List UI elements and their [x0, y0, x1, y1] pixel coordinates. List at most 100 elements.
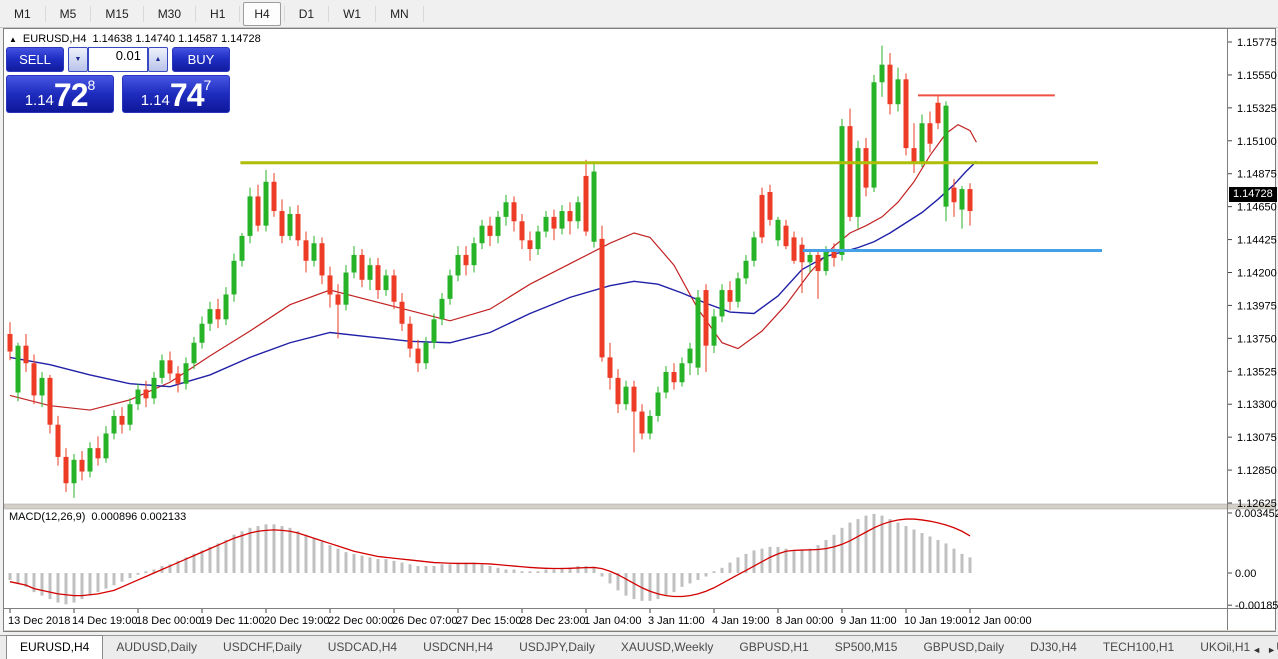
- price-tick-label: 1.12850: [1237, 465, 1277, 477]
- macd-histogram-bar: [777, 547, 780, 573]
- candle-body: [144, 390, 149, 399]
- timeframe-button-m30[interactable]: M30: [147, 2, 192, 26]
- tab-gbpusd-daily[interactable]: GBPUSD,Daily: [910, 636, 1017, 659]
- macd-histogram-bar: [953, 549, 956, 573]
- price-tick-label: 1.13975: [1237, 300, 1277, 312]
- tab-usdchf-daily[interactable]: USDCHF,Daily: [210, 636, 315, 659]
- chart-title-ohlc: 1.14638 1.14740 1.14587 1.14728: [93, 33, 261, 45]
- toolbar-separator: [90, 6, 91, 22]
- buy-price-main: 1.14: [141, 92, 170, 109]
- macd-histogram-bar: [697, 573, 700, 580]
- candle-body: [696, 297, 701, 367]
- macd-histogram-bar: [273, 524, 276, 573]
- candle-body: [104, 433, 109, 458]
- sell-price-box[interactable]: 1.14728: [6, 75, 114, 113]
- macd-indicator-label: MACD(12,26,9) 0.000896 0.002133: [9, 511, 186, 523]
- candle-body: [936, 103, 941, 123]
- macd-histogram-bar: [657, 573, 660, 599]
- timeframe-button-m15[interactable]: M15: [94, 2, 139, 26]
- macd-histogram-bar: [393, 561, 396, 573]
- candle-body: [168, 360, 173, 373]
- macd-histogram-bar: [89, 573, 92, 596]
- macd-histogram-bar: [449, 564, 452, 573]
- macd-histogram-bar: [9, 573, 12, 580]
- pane-splitter[interactable]: [5, 504, 1275, 509]
- timeframe-button-m5[interactable]: M5: [49, 2, 88, 26]
- macd-histogram-bar: [633, 573, 636, 599]
- tab-dj30-h4[interactable]: DJ30,H4: [1017, 636, 1090, 659]
- candle-body: [592, 172, 597, 242]
- timeframe-button-mn[interactable]: MN: [379, 2, 420, 26]
- macd-histogram-bar: [873, 514, 876, 573]
- timeframe-button-m1[interactable]: M1: [3, 2, 42, 26]
- tab-usdjpy-daily[interactable]: USDJPY,Daily: [506, 636, 608, 659]
- tab-usdcnh-h4[interactable]: USDCNH,H4: [410, 636, 506, 659]
- sell-price-sup: 8: [88, 78, 96, 92]
- candle-body: [184, 363, 189, 383]
- candle-body: [336, 294, 341, 304]
- volume-increase-icon[interactable]: ▲: [148, 47, 168, 72]
- price-tick-label: 1.14200: [1237, 268, 1277, 280]
- macd-histogram-bar: [97, 573, 100, 592]
- tab-xauusd-weekly[interactable]: XAUUSD,Weekly: [608, 636, 726, 659]
- tab-gbpusd-h1[interactable]: GBPUSD,H1: [726, 636, 821, 659]
- macd-histogram-bar: [233, 535, 236, 573]
- sell-button[interactable]: SELL: [6, 47, 64, 72]
- candle-body: [440, 299, 445, 319]
- macd-histogram-bar: [929, 536, 932, 573]
- macd-histogram-bar: [945, 543, 948, 573]
- buy-price-box[interactable]: 1.14747: [122, 75, 230, 113]
- volume-input[interactable]: 0.01: [88, 47, 148, 72]
- macd-histogram-bar: [609, 573, 612, 583]
- candle-body: [728, 290, 733, 302]
- candle-body: [880, 65, 885, 83]
- tab-usdcad-h4[interactable]: USDCAD,H4: [315, 636, 410, 659]
- macd-histogram-bar: [249, 528, 252, 573]
- volume-decrease-icon[interactable]: ▼: [68, 47, 88, 72]
- candle-body: [608, 357, 613, 377]
- candle-body: [296, 214, 301, 240]
- macd-histogram-bar: [753, 550, 756, 573]
- candle-body: [800, 245, 805, 263]
- tab-tech100-h1[interactable]: TECH100,H1: [1090, 636, 1187, 659]
- price-tick-label: 1.13525: [1237, 366, 1277, 378]
- candle-body: [856, 148, 861, 217]
- candle-body: [576, 202, 581, 221]
- candle-body: [416, 349, 421, 364]
- candle-body: [64, 457, 69, 483]
- price-tick-label: 1.15325: [1237, 103, 1277, 115]
- macd-histogram-bar: [897, 523, 900, 573]
- tab-audusd-daily[interactable]: AUDUSD,Daily: [103, 636, 210, 659]
- collapse-triangle-icon[interactable]: ▲: [9, 34, 17, 45]
- macd-histogram-bar: [113, 573, 116, 585]
- timeframe-button-w1[interactable]: W1: [332, 2, 372, 26]
- macd-histogram-bar: [313, 538, 316, 573]
- candle-body: [216, 309, 221, 319]
- candle-body: [872, 82, 877, 187]
- timeframe-button-d1[interactable]: D1: [288, 2, 325, 26]
- candle-body: [632, 387, 637, 412]
- tab-scroll-right-icon[interactable]: ►: [1267, 645, 1276, 655]
- tab-scroll-arrows: ◄►: [1252, 645, 1276, 655]
- tab-scroll-left-icon[interactable]: ◄: [1252, 645, 1261, 655]
- candle-body: [40, 378, 45, 396]
- chart-window-frame: [4, 29, 1276, 632]
- time-tick-label: 19 Dec 11:00: [200, 615, 265, 627]
- macd-histogram-bar: [553, 570, 556, 573]
- price-tick-label: 1.15550: [1237, 70, 1277, 82]
- timeframe-button-h1[interactable]: H1: [199, 2, 236, 26]
- time-tick-label: 14 Dec 19:00: [72, 615, 137, 627]
- macd-histogram-bar: [457, 563, 460, 573]
- macd-histogram-bar: [497, 568, 500, 573]
- time-tick-label: 1 Jan 04:00: [584, 615, 642, 627]
- candle-body: [200, 324, 205, 343]
- macd-histogram-bar: [337, 549, 340, 573]
- time-tick-label: 26 Dec 07:00: [392, 615, 457, 627]
- macd-histogram-bar: [121, 573, 124, 582]
- macd-histogram-bar: [17, 573, 20, 583]
- timeframe-button-h4[interactable]: H4: [243, 2, 280, 26]
- buy-button[interactable]: BUY: [172, 47, 230, 72]
- candle-body: [912, 148, 917, 163]
- tab-sp500-m15[interactable]: SP500,M15: [822, 636, 911, 659]
- tab-eurusd-h4[interactable]: EURUSD,H4: [6, 635, 103, 659]
